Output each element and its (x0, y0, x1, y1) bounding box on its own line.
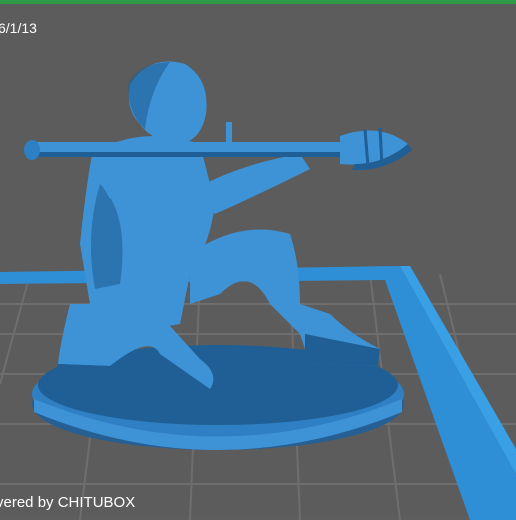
3d-viewport[interactable]: 6/1/13 vered by CHITUBOX (0, 0, 516, 520)
chitubox-watermark: vered by CHITUBOX (0, 494, 136, 511)
date-label: 6/1/13 (0, 20, 37, 36)
figure-model[interactable] (24, 61, 412, 390)
viewport-scene[interactable] (0, 4, 516, 520)
